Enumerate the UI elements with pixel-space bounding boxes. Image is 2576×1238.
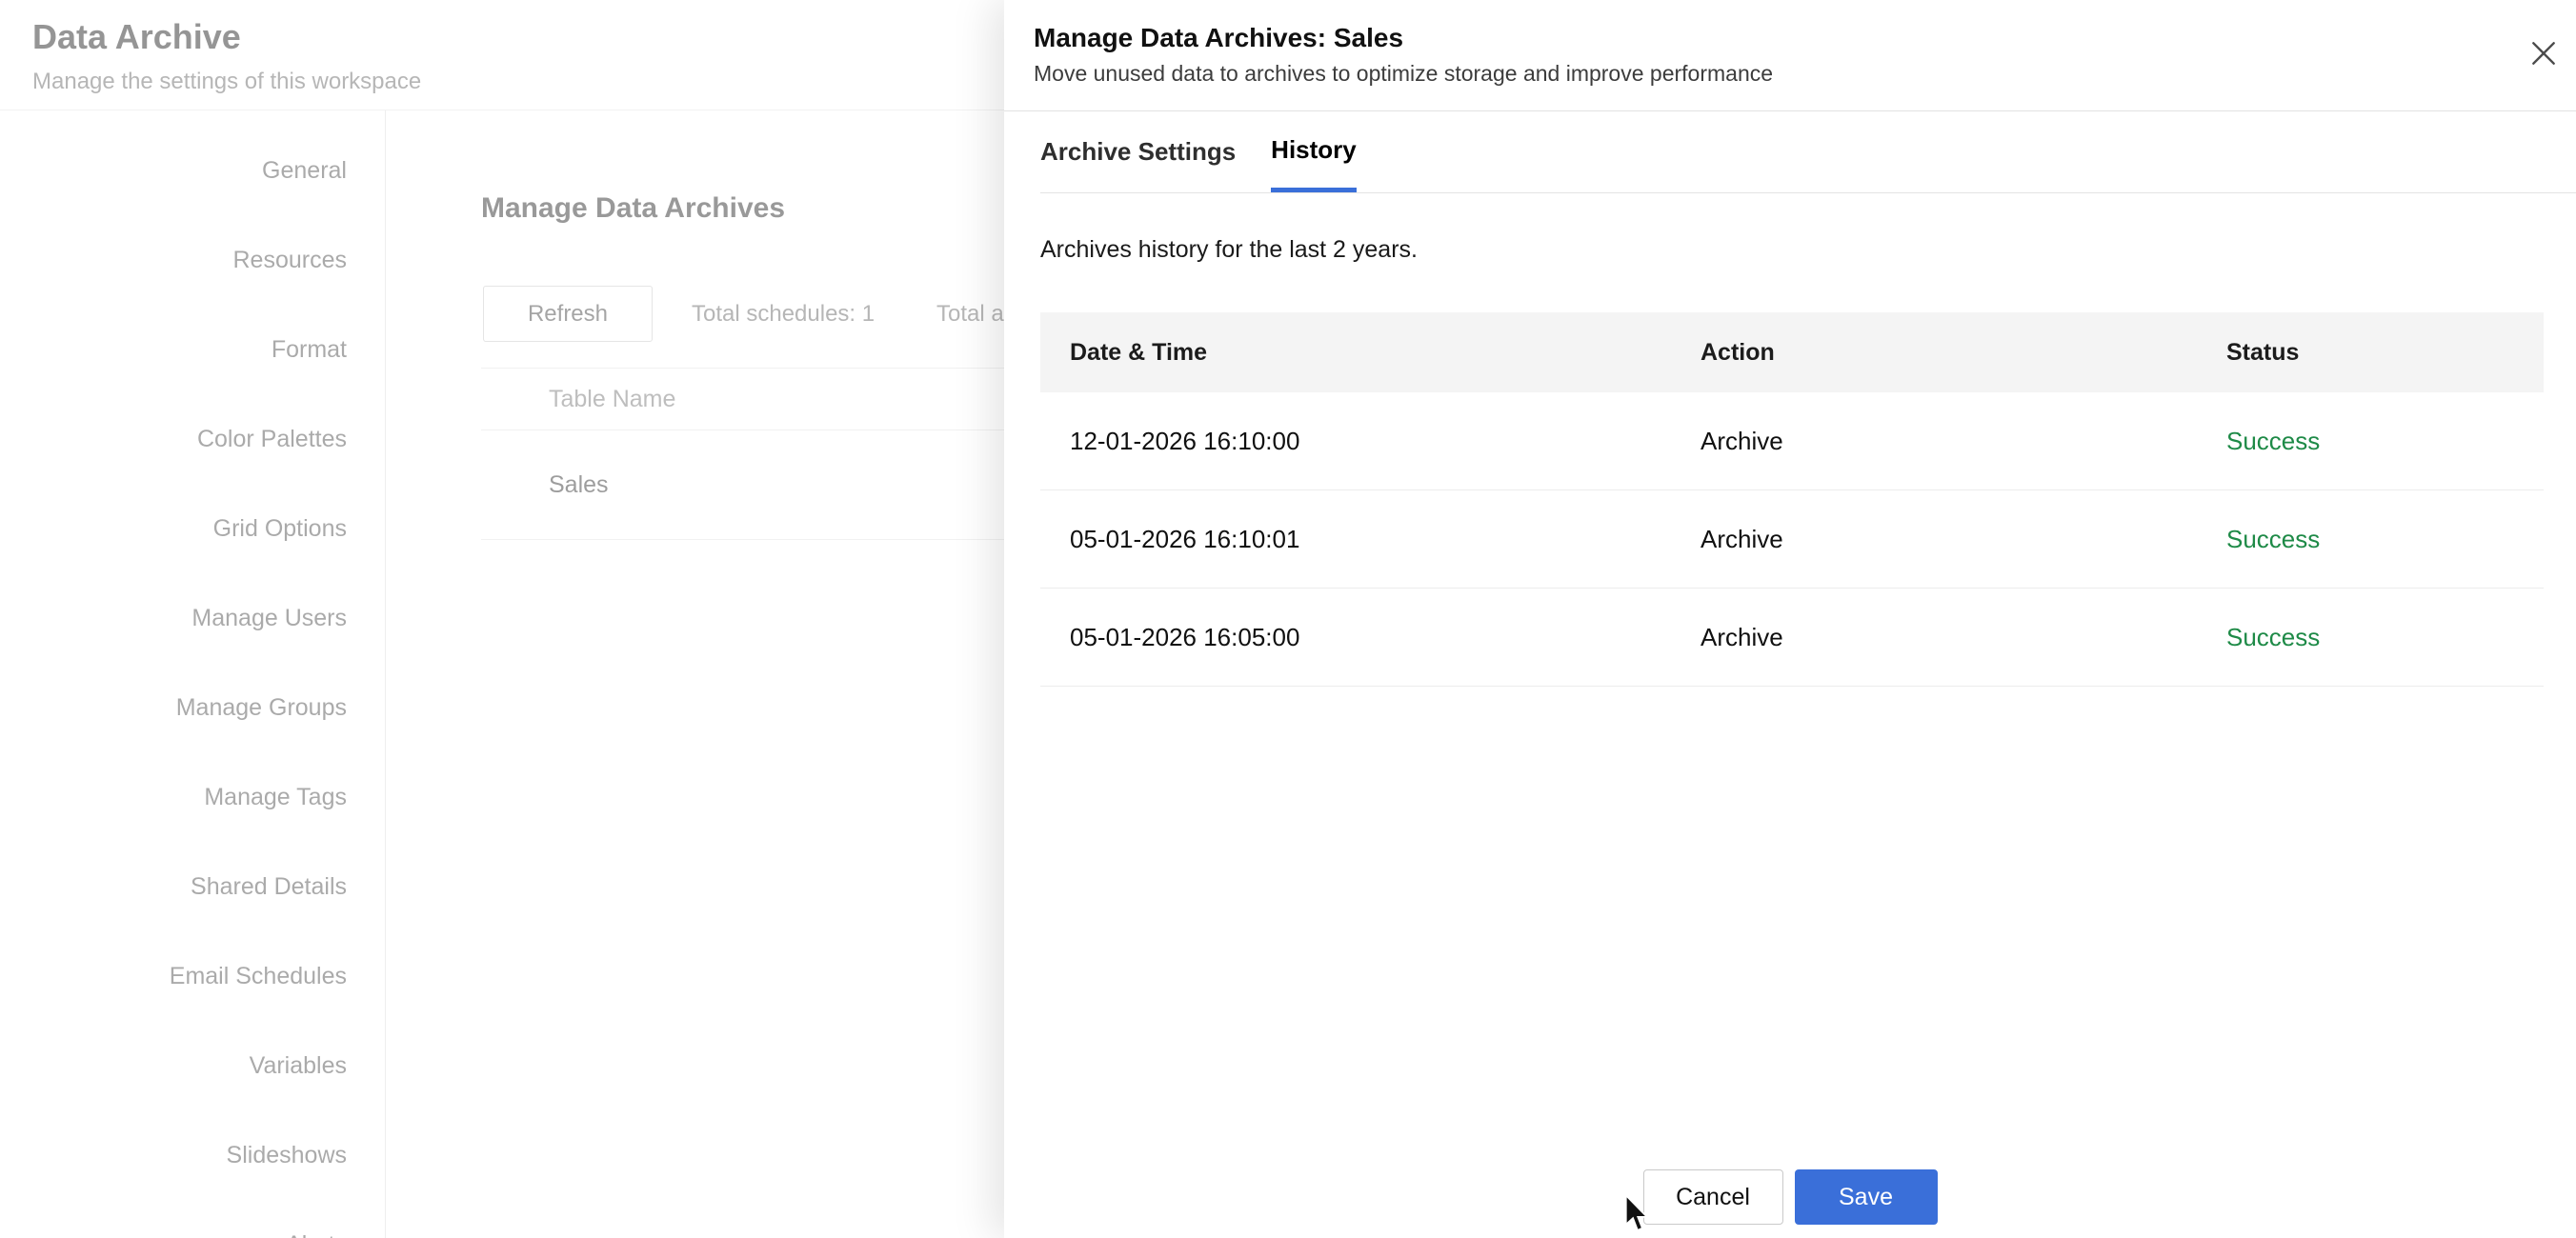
status-badge: Success [2226, 427, 2544, 456]
column-header-status: Status [2226, 339, 2544, 367]
history-action: Archive [1701, 427, 2226, 456]
dialog-subtitle: Move unused data to archives to optimize… [1034, 61, 1773, 87]
history-row: 05-01-2026 16:05:00 Archive Success [1040, 589, 2544, 687]
save-button[interactable]: Save [1795, 1169, 1938, 1225]
mouse-cursor [1623, 1194, 1652, 1236]
history-row: 12-01-2026 16:10:00 Archive Success [1040, 392, 2544, 490]
column-header-action: Action [1701, 339, 2226, 367]
dialog-title: Manage Data Archives: Sales [1034, 23, 1403, 53]
close-icon[interactable] [2528, 38, 2559, 69]
dialog-footer: Cancel Save [1004, 1169, 2576, 1225]
history-table: Date & Time Action Status 12-01-2026 16:… [1040, 312, 2544, 687]
status-badge: Success [2226, 623, 2544, 652]
history-action: Archive [1701, 623, 2226, 652]
history-row: 05-01-2026 16:10:01 Archive Success [1040, 490, 2544, 589]
history-action: Archive [1701, 525, 2226, 554]
dialog-header: Manage Data Archives: Sales Move unused … [1004, 0, 2576, 111]
history-datetime: 12-01-2026 16:10:00 [1040, 427, 1701, 456]
history-table-header: Date & Time Action Status [1040, 312, 2544, 392]
status-badge: Success [2226, 525, 2544, 554]
tab-history[interactable]: History [1271, 111, 1357, 192]
manage-archives-dialog: Manage Data Archives: Sales Move unused … [1004, 0, 2576, 1238]
tab-archive-settings[interactable]: Archive Settings [1040, 111, 1236, 192]
history-datetime: 05-01-2026 16:05:00 [1040, 623, 1701, 652]
column-header-datetime: Date & Time [1040, 339, 1701, 367]
dialog-tabs: Archive Settings History [1040, 111, 2576, 193]
history-note: Archives history for the last 2 years. [1040, 236, 1418, 264]
cancel-button[interactable]: Cancel [1643, 1169, 1783, 1225]
history-datetime: 05-01-2026 16:10:01 [1040, 525, 1701, 554]
